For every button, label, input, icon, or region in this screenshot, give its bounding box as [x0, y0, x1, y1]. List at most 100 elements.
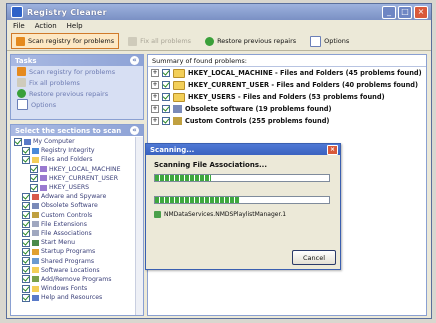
- progress-bar-section: [154, 174, 330, 182]
- title-bar[interactable]: Registry Cleaner _ □ ×: [7, 4, 431, 20]
- checkbox[interactable]: [22, 247, 30, 256]
- window-title: Registry Cleaner: [27, 7, 107, 17]
- task-scan[interactable]: Scan registry for problems: [11, 66, 143, 77]
- tree-item[interactable]: Add/Remove Programs: [11, 275, 143, 284]
- computer-icon: [24, 138, 31, 145]
- tree-item[interactable]: Startup Programs: [11, 247, 143, 256]
- sections-panel: Select the sections to scan « My Compute…: [10, 124, 144, 316]
- start-menu-icon: [32, 239, 39, 246]
- close-button[interactable]: ×: [414, 6, 428, 19]
- app-window: Registry Cleaner _ □ × File Action Help …: [6, 3, 432, 319]
- sections-header[interactable]: Select the sections to scan «: [11, 125, 143, 136]
- checkbox[interactable]: [22, 266, 30, 275]
- fix-icon: [17, 78, 26, 87]
- fix-problems-button[interactable]: Fix all problems: [123, 33, 196, 49]
- scan-icon: [17, 67, 26, 76]
- tree-item[interactable]: Files and Folders: [11, 155, 143, 164]
- checkbox[interactable]: [22, 192, 30, 201]
- dialog-title-bar[interactable]: Scanning... ×: [146, 144, 340, 155]
- checkbox[interactable]: [30, 174, 38, 183]
- tree-item[interactable]: File Extensions: [11, 220, 143, 229]
- checkbox[interactable]: [162, 93, 170, 101]
- folder-icon: [32, 267, 39, 274]
- expand-icon[interactable]: +: [151, 93, 159, 101]
- tree-item[interactable]: Custom Controls: [11, 211, 143, 220]
- expand-icon[interactable]: +: [151, 117, 159, 125]
- tree-item[interactable]: HKEY_LOCAL_MACHINE: [11, 165, 143, 174]
- file-icon: [32, 221, 39, 228]
- tree-item[interactable]: Software Locations: [11, 266, 143, 275]
- checkbox[interactable]: [22, 257, 30, 266]
- tasks-header[interactable]: Tasks «: [11, 55, 143, 66]
- file-icon: [32, 230, 39, 237]
- checkbox[interactable]: [22, 238, 30, 247]
- checkbox[interactable]: [30, 165, 38, 174]
- checkbox[interactable]: [162, 105, 170, 113]
- fix-icon: [128, 36, 138, 46]
- expand-icon[interactable]: +: [151, 105, 159, 113]
- restore-repairs-button[interactable]: Restore previous repairs: [200, 33, 301, 49]
- help-icon: [32, 294, 39, 301]
- checkbox[interactable]: [22, 284, 30, 293]
- left-pane: Tasks « Scan registry for problems Fix a…: [10, 54, 144, 316]
- expand-icon[interactable]: +: [151, 69, 159, 77]
- software-icon: [173, 105, 182, 113]
- summary-row[interactable]: + Obsolete software (19 problems found): [148, 103, 426, 115]
- toolbar: Scan registry for problems Fix all probl…: [7, 32, 431, 51]
- tree-item[interactable]: File Associations: [11, 229, 143, 238]
- checkbox[interactable]: [22, 229, 30, 238]
- checkbox[interactable]: [22, 293, 30, 302]
- cancel-button[interactable]: Cancel: [292, 250, 336, 265]
- checkbox[interactable]: [162, 81, 170, 89]
- tree-item[interactable]: Obsolete Software: [11, 201, 143, 210]
- spyware-icon: [32, 193, 39, 200]
- tree-item[interactable]: Shared Programs: [11, 256, 143, 266]
- options-button[interactable]: Options: [305, 33, 354, 49]
- checkbox[interactable]: [162, 69, 170, 77]
- options-icon: [17, 99, 28, 110]
- minimize-button[interactable]: _: [382, 6, 396, 19]
- tree-item[interactable]: Windows Fonts: [11, 284, 143, 293]
- sections-tree: My Computer Registry Integrity Files and…: [11, 137, 143, 315]
- current-item: NMDataServices.NMDSPlaylistManager.1: [154, 211, 286, 218]
- summary-row[interactable]: + HKEY_LOCAL_MACHINE - Files and Folders …: [148, 67, 426, 79]
- registry-icon: [32, 147, 39, 154]
- options-icon: [310, 35, 322, 47]
- item-icon: [154, 211, 161, 218]
- task-restore[interactable]: Restore previous repairs: [11, 88, 143, 99]
- scan-registry-button[interactable]: Scan registry for problems: [11, 33, 120, 49]
- tree-item[interactable]: My Computer: [11, 137, 143, 146]
- key-icon: [40, 166, 47, 173]
- maximize-button[interactable]: □: [398, 6, 412, 19]
- checkbox[interactable]: [22, 275, 30, 284]
- tree-item[interactable]: HKEY_USERS: [11, 183, 143, 192]
- checkbox[interactable]: [22, 201, 30, 210]
- tree-item[interactable]: Help and Resources: [11, 293, 143, 302]
- collapse-icon[interactable]: «: [130, 126, 139, 135]
- checkbox[interactable]: [22, 211, 30, 220]
- scan-icon: [16, 36, 25, 46]
- checkbox[interactable]: [22, 220, 30, 229]
- menu-action[interactable]: Action: [35, 22, 57, 30]
- tree-item[interactable]: HKEY_CURRENT_USER: [11, 174, 143, 183]
- checkbox[interactable]: [22, 155, 30, 164]
- menu-file[interactable]: File: [13, 22, 25, 30]
- collapse-icon[interactable]: «: [130, 56, 139, 65]
- close-icon[interactable]: ×: [327, 145, 338, 155]
- checkbox[interactable]: [14, 137, 22, 146]
- summary-row[interactable]: + HKEY_CURRENT_USER - Files and Folders (…: [148, 79, 426, 91]
- task-options[interactable]: Options: [11, 99, 143, 110]
- tree-item[interactable]: Start Menu: [11, 238, 143, 247]
- summary-row[interactable]: + Custom Controls (255 problems found): [148, 115, 426, 127]
- task-fix[interactable]: Fix all problems: [11, 77, 143, 88]
- expand-icon[interactable]: +: [151, 81, 159, 89]
- scanning-dialog: Scanning... × Scanning File Associations…: [145, 143, 341, 270]
- tree-item[interactable]: Adware and Spyware: [11, 192, 143, 201]
- checkbox[interactable]: [22, 146, 30, 155]
- summary-row[interactable]: + HKEY_USERS - Files and Folders (53 prob…: [148, 91, 426, 103]
- menu-help[interactable]: Help: [67, 22, 83, 30]
- sections-scrollbar[interactable]: [135, 137, 143, 315]
- checkbox[interactable]: [30, 183, 38, 192]
- tree-item[interactable]: Registry Integrity: [11, 146, 143, 155]
- checkbox[interactable]: [162, 117, 170, 125]
